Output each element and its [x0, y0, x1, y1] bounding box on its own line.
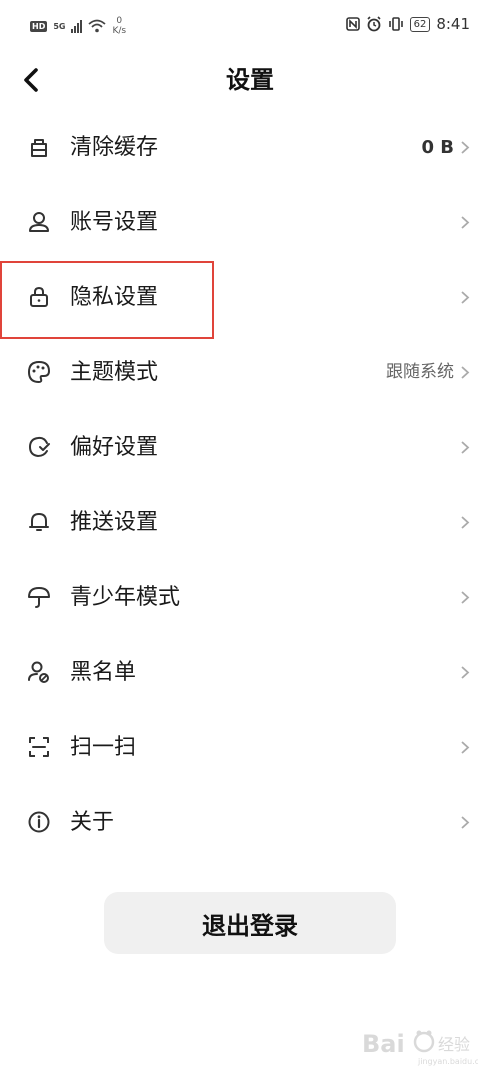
- nfc-icon: [345, 17, 360, 31]
- settings-list: 清除缓存 0 B 账号设置 隐私设置 主题模式 跟随系统 偏好设置 推送设置 青…: [0, 110, 500, 860]
- broom-icon: [31, 139, 47, 157]
- settings-item-label: 账号设置: [70, 210, 159, 235]
- chevron-right-icon: [461, 591, 470, 604]
- chevron-right-icon: [461, 141, 470, 154]
- user-icon: [29, 212, 49, 232]
- settings-item-account[interactable]: 账号设置: [0, 185, 500, 260]
- palette-icon: [28, 361, 50, 383]
- settings-item-label: 清除缓存: [70, 135, 159, 160]
- settings-item-about[interactable]: 关于: [0, 785, 500, 860]
- network-speed-value: 0: [116, 16, 123, 26]
- settings-item-label: 扫一扫: [70, 735, 137, 760]
- umbrella-icon: [28, 587, 50, 608]
- settings-item-label: 偏好设置: [70, 435, 159, 460]
- preference-icon: [28, 436, 50, 458]
- signal-icon: [71, 19, 83, 33]
- chevron-right-icon: [461, 216, 470, 229]
- status-bar-right: 62 8:41: [345, 15, 470, 33]
- settings-item-label: 关于: [70, 810, 115, 835]
- logout-button[interactable]: 退出登录: [104, 892, 396, 954]
- chevron-right-icon: [461, 291, 470, 304]
- chevron-right-icon: [461, 741, 470, 754]
- chevron-right-icon: [461, 366, 470, 379]
- settings-item-teen-mode[interactable]: 青少年模式: [0, 560, 500, 635]
- settings-item-theme[interactable]: 主题模式 跟随系统: [0, 335, 500, 410]
- chevron-right-icon: [461, 666, 470, 679]
- svg-text:经验: 经验: [438, 1035, 470, 1054]
- header: 设置: [0, 56, 500, 104]
- battery-indicator: 62: [409, 16, 431, 32]
- scan-icon: [29, 737, 49, 757]
- settings-item-label: 青少年模式: [70, 585, 181, 610]
- wifi-icon: [88, 19, 107, 33]
- status-bar-left: HD 5G 0 K/s: [30, 16, 126, 36]
- network-type: 5G: [53, 21, 66, 31]
- status-time: 8:41: [436, 15, 470, 33]
- page-title: 设置: [226, 66, 274, 94]
- settings-item-label: 隐私设置: [70, 285, 159, 310]
- settings-item-label: 主题模式: [70, 360, 159, 385]
- settings-item-preferences[interactable]: 偏好设置: [0, 410, 500, 485]
- chevron-right-icon: [461, 441, 470, 454]
- hd-badge: HD: [30, 20, 48, 32]
- settings-item-push[interactable]: 推送设置: [0, 485, 500, 560]
- settings-item-blacklist[interactable]: 黑名单: [0, 635, 500, 710]
- theme-mode-value: 跟随系统: [386, 362, 454, 382]
- network-speed-unit: K/s: [112, 26, 127, 36]
- bell-icon: [29, 513, 49, 531]
- settings-item-clear-cache[interactable]: 清除缓存 0 B: [0, 110, 500, 185]
- settings-item-label: 黑名单: [70, 660, 137, 685]
- user-block-icon: [28, 661, 49, 683]
- cache-size-value: 0 B: [421, 137, 454, 158]
- chevron-right-icon: [461, 516, 470, 529]
- vibrate-icon: [388, 17, 403, 31]
- lock-icon: [30, 286, 48, 307]
- settings-item-privacy[interactable]: 隐私设置: [0, 260, 500, 335]
- svg-text:Bai: Bai: [362, 1030, 405, 1058]
- info-icon: [28, 811, 50, 833]
- svg-text:jingyan.baidu.com: jingyan.baidu.com: [417, 1057, 478, 1066]
- watermark-logo: Bai 经验 jingyan.baidu.com: [362, 1030, 478, 1066]
- chevron-right-icon: [461, 816, 470, 829]
- network-speed: 0 K/s: [112, 16, 126, 36]
- settings-item-label: 推送设置: [70, 510, 159, 535]
- alarm-icon: [367, 16, 381, 32]
- status-bar: HD 5G 0 K/s 62 8:41: [0, 0, 500, 56]
- settings-item-scan[interactable]: 扫一扫: [0, 710, 500, 785]
